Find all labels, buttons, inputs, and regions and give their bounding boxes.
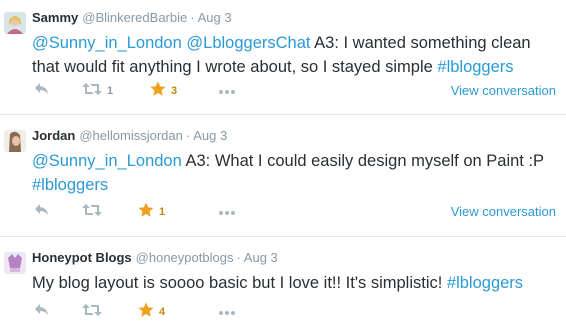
view-conversation-link[interactable]: View conversation xyxy=(451,82,556,100)
hashtag-link[interactable]: #lbloggers xyxy=(437,58,513,76)
tweet-text: @Sunny_in_London @LbloggersChat A3: I wa… xyxy=(32,31,552,79)
author-name[interactable]: Jordan xyxy=(32,128,75,143)
favorite-button[interactable]: 3 xyxy=(150,81,178,102)
tweet-header: Sammy @BlinkeredBarbie · Aug 3 xyxy=(32,10,232,26)
more-button[interactable] xyxy=(218,203,236,221)
retweet-count: 1 xyxy=(107,85,114,97)
mention-link[interactable]: @Sunny_in_London xyxy=(32,152,182,170)
author-handle[interactable]: @hellomissjordan xyxy=(79,128,183,143)
mention-link[interactable]: @Sunny_in_London xyxy=(32,34,182,52)
more-icon xyxy=(218,303,236,321)
retweet-button[interactable]: 1 xyxy=(82,82,113,100)
tweet-header: Honeypot Blogs @honeypotblogs · Aug 3 xyxy=(32,250,278,266)
retweet-icon xyxy=(82,203,102,222)
tweet-text: @Sunny_in_London A3: What I could easily… xyxy=(32,149,552,197)
retweet-icon xyxy=(82,303,102,322)
reply-icon xyxy=(34,82,50,101)
reply-button[interactable] xyxy=(34,303,50,321)
star-icon xyxy=(150,81,166,102)
more-icon xyxy=(218,203,236,221)
reply-button[interactable] xyxy=(34,82,50,100)
text-segment: A3: What I could easily design myself on… xyxy=(181,152,544,170)
timestamp[interactable]: Aug 3 xyxy=(198,10,232,25)
tweet-3[interactable]: Honeypot Blogs @honeypotblogs · Aug 3 My bl… xyxy=(0,237,566,335)
more-button[interactable] xyxy=(218,82,236,100)
author-name[interactable]: Honeypot Blogs xyxy=(32,250,132,265)
favorite-button[interactable]: 4 xyxy=(138,302,166,323)
author-handle[interactable]: @honeypotblogs xyxy=(136,250,234,265)
star-icon xyxy=(138,302,154,323)
reply-button[interactable] xyxy=(34,203,50,221)
timestamp[interactable]: Aug 3 xyxy=(193,128,227,143)
separator-dot: · xyxy=(185,128,191,143)
retweet-icon xyxy=(82,82,102,101)
retweet-button[interactable] xyxy=(82,203,107,221)
timestamp[interactable]: Aug 3 xyxy=(244,250,278,265)
mention-link[interactable]: @LbloggersChat xyxy=(186,34,310,52)
avatar[interactable] xyxy=(4,12,26,34)
tweet-actions: 1 View conversation xyxy=(32,202,562,223)
favorite-count: 4 xyxy=(159,306,166,318)
tweet-actions: 1 3 View conversation xyxy=(32,81,562,102)
favorite-count: 3 xyxy=(171,85,178,97)
hashtag-link[interactable]: #lbloggers xyxy=(447,274,523,292)
author-handle[interactable]: @BlinkeredBarbie xyxy=(82,10,187,25)
text-segment: My blog layout is soooo basic but I love… xyxy=(32,274,447,292)
tweet-2[interactable]: Jordan @hellomissjordan · Aug 3 @Sunny_in_L… xyxy=(0,115,566,237)
separator-dot: · xyxy=(190,10,195,25)
tweet-header: Jordan @hellomissjordan · Aug 3 xyxy=(32,128,227,144)
retweet-button[interactable] xyxy=(82,303,107,321)
view-conversation-link[interactable]: View conversation xyxy=(451,203,556,221)
favorite-button[interactable]: 1 xyxy=(138,202,166,223)
separator-dot: · xyxy=(236,250,241,265)
avatar[interactable] xyxy=(4,252,26,274)
hashtag-link[interactable]: #lbloggers xyxy=(32,176,108,194)
reply-icon xyxy=(34,203,50,222)
tweet-text: My blog layout is soooo basic but I love… xyxy=(32,271,552,295)
more-button[interactable] xyxy=(218,303,236,321)
more-icon xyxy=(218,82,236,100)
favorite-count: 1 xyxy=(159,206,166,218)
avatar[interactable] xyxy=(4,130,26,152)
tweet-actions: 4 xyxy=(32,302,562,323)
reply-icon xyxy=(34,303,50,322)
author-name[interactable]: Sammy xyxy=(32,10,78,25)
star-icon xyxy=(138,202,154,223)
tweet-1[interactable]: Sammy @BlinkeredBarbie · Aug 3 @Sunny_in_Lo… xyxy=(0,0,566,115)
